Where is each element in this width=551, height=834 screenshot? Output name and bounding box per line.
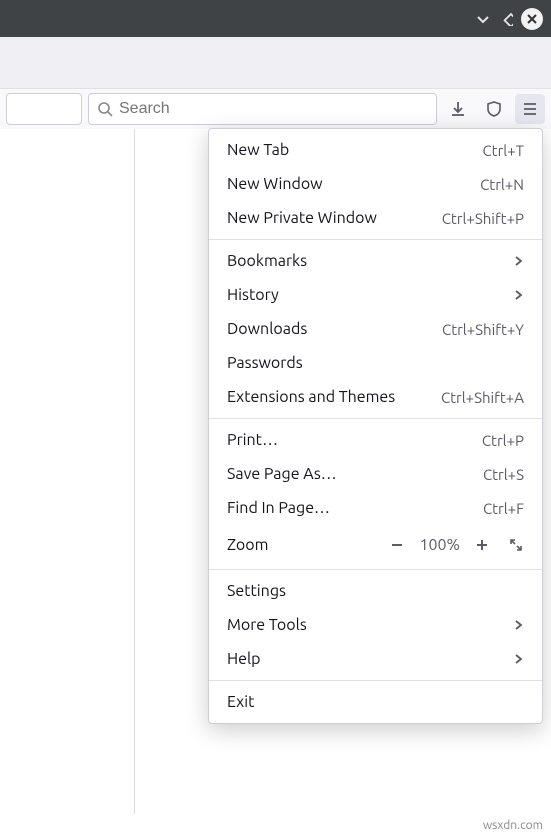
search-input[interactable] xyxy=(119,100,428,118)
app-menu-button[interactable] xyxy=(515,94,545,124)
chevron-right-icon xyxy=(512,653,524,665)
chevron-right-icon xyxy=(512,619,524,631)
menu-item-shortcut: Ctrl+N xyxy=(480,176,524,193)
menu-item-label: More Tools xyxy=(227,616,504,634)
menu-item-shortcut: Ctrl+Shift+A xyxy=(441,389,524,406)
menu-item-label: Extensions and Themes xyxy=(227,388,441,406)
plus-icon xyxy=(475,538,489,552)
menu-item-label: New Window xyxy=(227,175,480,193)
minimize-icon[interactable] xyxy=(475,11,491,27)
menu-separator xyxy=(209,418,542,419)
menu-zoom: Zoom 100% xyxy=(209,525,542,565)
menu-extensions-themes[interactable]: Extensions and Themes Ctrl+Shift+A xyxy=(209,380,542,414)
menu-downloads[interactable]: Downloads Ctrl+Shift+Y xyxy=(209,312,542,346)
maximize-icon[interactable] xyxy=(499,12,513,26)
menu-item-shortcut: Ctrl+P xyxy=(482,432,524,449)
menu-item-label: Bookmarks xyxy=(227,252,504,270)
zoom-in-button[interactable] xyxy=(470,533,494,557)
menu-item-label: Exit xyxy=(227,693,524,711)
hamburger-icon xyxy=(521,100,539,118)
menu-settings[interactable]: Settings xyxy=(209,574,542,608)
menu-item-label: History xyxy=(227,286,504,304)
search-icon xyxy=(97,101,113,117)
extension-shield-icon[interactable] xyxy=(479,94,509,124)
menu-new-window[interactable]: New Window Ctrl+N xyxy=(209,167,542,201)
menu-item-label: Help xyxy=(227,650,504,668)
menu-separator xyxy=(209,239,542,240)
menu-more-tools[interactable]: More Tools xyxy=(209,608,542,642)
navigation-toolbar xyxy=(0,89,551,129)
menu-save-page-as[interactable]: Save Page As… Ctrl+S xyxy=(209,457,542,491)
menu-item-shortcut: Ctrl+F xyxy=(483,500,524,517)
menu-bookmarks[interactable]: Bookmarks xyxy=(209,244,542,278)
close-button[interactable] xyxy=(521,8,543,30)
zoom-value: 100% xyxy=(419,536,460,554)
tab-bar xyxy=(0,37,551,89)
menu-exit[interactable]: Exit xyxy=(209,685,542,719)
menu-passwords[interactable]: Passwords xyxy=(209,346,542,380)
menu-item-shortcut: Ctrl+Shift+Y xyxy=(442,321,524,338)
menu-item-label: Print… xyxy=(227,431,482,449)
menu-item-shortcut: Ctrl+Shift+P xyxy=(442,210,524,227)
menu-history[interactable]: History xyxy=(209,278,542,312)
menu-item-label: Settings xyxy=(227,582,524,600)
minus-icon xyxy=(390,538,404,552)
window-titlebar xyxy=(0,0,551,37)
sidebar-region xyxy=(0,129,135,814)
menu-separator xyxy=(209,680,542,681)
menu-item-label: Zoom xyxy=(227,536,385,554)
menu-find-in-page[interactable]: Find In Page… Ctrl+F xyxy=(209,491,542,525)
downloads-button[interactable] xyxy=(443,94,473,124)
menu-item-shortcut: Ctrl+S xyxy=(483,466,524,483)
menu-item-label: Find In Page… xyxy=(227,499,483,517)
chevron-right-icon xyxy=(512,289,524,301)
menu-separator xyxy=(209,569,542,570)
menu-new-private-window[interactable]: New Private Window Ctrl+Shift+P xyxy=(209,201,542,235)
menu-item-shortcut: Ctrl+T xyxy=(482,142,524,159)
fullscreen-icon xyxy=(509,538,523,552)
menu-item-label: Passwords xyxy=(227,354,524,372)
app-menu-panel: New Tab Ctrl+T New Window Ctrl+N New Pri… xyxy=(208,128,543,724)
menu-item-label: Save Page As… xyxy=(227,465,483,483)
menu-item-label: Downloads xyxy=(227,320,442,338)
zoom-out-button[interactable] xyxy=(385,533,409,557)
watermark: wsxdn.com xyxy=(475,817,551,834)
menu-help[interactable]: Help xyxy=(209,642,542,676)
menu-new-tab[interactable]: New Tab Ctrl+T xyxy=(209,133,542,167)
close-icon xyxy=(521,8,543,30)
menu-item-label: New Private Window xyxy=(227,209,442,227)
url-bar[interactable] xyxy=(6,93,82,125)
fullscreen-button[interactable] xyxy=(504,533,528,557)
menu-item-label: New Tab xyxy=(227,141,482,159)
menu-print[interactable]: Print… Ctrl+P xyxy=(209,423,542,457)
chevron-right-icon xyxy=(512,255,524,267)
search-bar[interactable] xyxy=(88,93,437,125)
